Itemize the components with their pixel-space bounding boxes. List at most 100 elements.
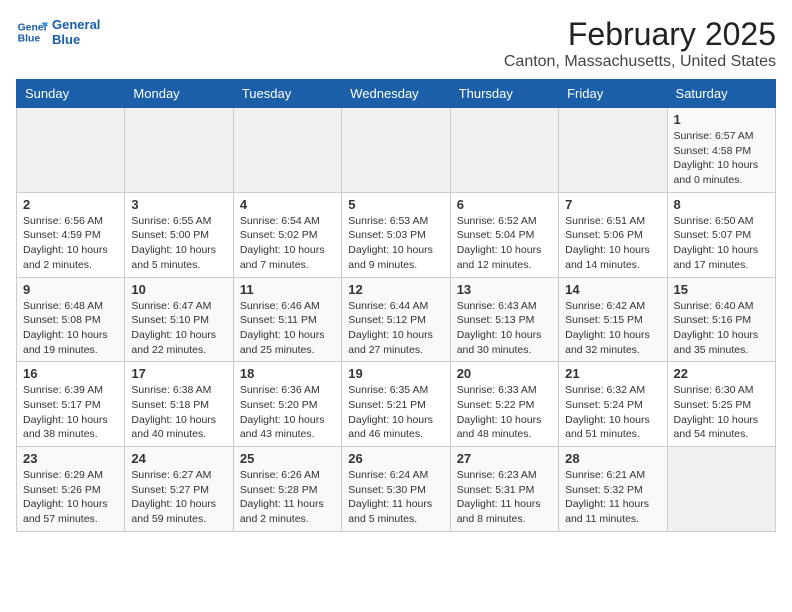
calendar-cell xyxy=(342,108,450,193)
day-number: 2 xyxy=(23,197,118,212)
day-info: Sunrise: 6:54 AM Sunset: 5:02 PM Dayligh… xyxy=(240,214,335,273)
day-number: 25 xyxy=(240,451,335,466)
week-row-2: 9Sunrise: 6:48 AM Sunset: 5:08 PM Daylig… xyxy=(17,277,776,362)
weekday-thursday: Thursday xyxy=(450,80,558,108)
day-info: Sunrise: 6:33 AM Sunset: 5:22 PM Dayligh… xyxy=(457,383,552,442)
logo-line1: General xyxy=(52,17,100,32)
day-number: 16 xyxy=(23,366,118,381)
day-number: 5 xyxy=(348,197,443,212)
day-number: 6 xyxy=(457,197,552,212)
weekday-saturday: Saturday xyxy=(667,80,775,108)
day-info: Sunrise: 6:32 AM Sunset: 5:24 PM Dayligh… xyxy=(565,383,660,442)
calendar-cell xyxy=(667,447,775,532)
calendar-cell xyxy=(233,108,341,193)
day-number: 13 xyxy=(457,282,552,297)
calendar-cell xyxy=(450,108,558,193)
day-number: 20 xyxy=(457,366,552,381)
day-info: Sunrise: 6:27 AM Sunset: 5:27 PM Dayligh… xyxy=(131,468,226,527)
day-number: 3 xyxy=(131,197,226,212)
calendar-cell: 28 Sunrise: 6:21 AM Sunset: 5:32 PM Dayli… xyxy=(559,447,667,532)
logo: General Blue General Blue xyxy=(16,16,100,48)
day-number: 8 xyxy=(674,197,769,212)
calendar-cell: 19 Sunrise: 6:35 AM Sunset: 5:21 PM Dayli… xyxy=(342,362,450,447)
day-number: 12 xyxy=(348,282,443,297)
calendar-cell: 23 Sunrise: 6:29 AM Sunset: 5:26 PM Dayli… xyxy=(17,447,125,532)
day-number: 7 xyxy=(565,197,660,212)
day-number: 24 xyxy=(131,451,226,466)
day-info: Sunrise: 6:44 AM Sunset: 5:12 PM Dayligh… xyxy=(348,299,443,358)
day-number: 22 xyxy=(674,366,769,381)
day-number: 1 xyxy=(674,112,769,127)
day-info: Sunrise: 6:39 AM Sunset: 5:17 PM Dayligh… xyxy=(23,383,118,442)
day-number: 15 xyxy=(674,282,769,297)
day-info: Sunrise: 6:35 AM Sunset: 5:21 PM Dayligh… xyxy=(348,383,443,442)
day-number: 14 xyxy=(565,282,660,297)
week-row-1: 2 Sunrise: 6:56 AM Sunset: 4:59 PM Daylig… xyxy=(17,192,776,277)
week-row-3: 16 Sunrise: 6:39 AM Sunset: 5:17 PM Dayli… xyxy=(17,362,776,447)
calendar-cell: 14 Sunrise: 6:42 AM Sunset: 5:15 PM Dayli… xyxy=(559,277,667,362)
weekday-sunday: Sunday xyxy=(17,80,125,108)
calendar-cell: 9Sunrise: 6:48 AM Sunset: 5:08 PM Daylig… xyxy=(17,277,125,362)
day-info: Sunrise: 6:50 AM Sunset: 5:07 PM Dayligh… xyxy=(674,214,769,273)
calendar-cell: 16 Sunrise: 6:39 AM Sunset: 5:17 PM Dayli… xyxy=(17,362,125,447)
calendar-cell: 2 Sunrise: 6:56 AM Sunset: 4:59 PM Daylig… xyxy=(17,192,125,277)
day-number: 19 xyxy=(348,366,443,381)
logo-line2: Blue xyxy=(52,32,100,47)
calendar-cell: 21 Sunrise: 6:32 AM Sunset: 5:24 PM Dayli… xyxy=(559,362,667,447)
day-number: 18 xyxy=(240,366,335,381)
day-info: Sunrise: 6:38 AM Sunset: 5:18 PM Dayligh… xyxy=(131,383,226,442)
day-info: Sunrise: 6:51 AM Sunset: 5:06 PM Dayligh… xyxy=(565,214,660,273)
weekday-header-row: SundayMondayTuesdayWednesdayThursdayFrid… xyxy=(17,80,776,108)
week-row-0: 1 Sunrise: 6:57 AM Sunset: 4:58 PM Daylig… xyxy=(17,108,776,193)
calendar-cell: 22Sunrise: 6:30 AM Sunset: 5:25 PM Dayli… xyxy=(667,362,775,447)
calendar-cell xyxy=(125,108,233,193)
calendar-body: 1 Sunrise: 6:57 AM Sunset: 4:58 PM Daylig… xyxy=(17,108,776,532)
calendar-cell: 27 Sunrise: 6:23 AM Sunset: 5:31 PM Dayli… xyxy=(450,447,558,532)
calendar-cell: 20 Sunrise: 6:33 AM Sunset: 5:22 PM Dayli… xyxy=(450,362,558,447)
calendar-cell: 13 Sunrise: 6:43 AM Sunset: 5:13 PM Dayli… xyxy=(450,277,558,362)
weekday-monday: Monday xyxy=(125,80,233,108)
day-info: Sunrise: 6:36 AM Sunset: 5:20 PM Dayligh… xyxy=(240,383,335,442)
calendar-table: SundayMondayTuesdayWednesdayThursdayFrid… xyxy=(16,79,776,532)
day-info: Sunrise: 6:53 AM Sunset: 5:03 PM Dayligh… xyxy=(348,214,443,273)
day-info: Sunrise: 6:29 AM Sunset: 5:26 PM Dayligh… xyxy=(23,468,118,527)
day-info: Sunrise: 6:48 AM Sunset: 5:08 PM Dayligh… xyxy=(23,299,118,358)
day-info: Sunrise: 6:26 AM Sunset: 5:28 PM Dayligh… xyxy=(240,468,335,527)
day-number: 10 xyxy=(131,282,226,297)
day-number: 4 xyxy=(240,197,335,212)
day-info: Sunrise: 6:24 AM Sunset: 5:30 PM Dayligh… xyxy=(348,468,443,527)
day-info: Sunrise: 6:23 AM Sunset: 5:31 PM Dayligh… xyxy=(457,468,552,527)
calendar-cell: 12 Sunrise: 6:44 AM Sunset: 5:12 PM Dayli… xyxy=(342,277,450,362)
calendar-cell: 15 Sunrise: 6:40 AM Sunset: 5:16 PM Dayli… xyxy=(667,277,775,362)
day-info: Sunrise: 6:46 AM Sunset: 5:11 PM Dayligh… xyxy=(240,299,335,358)
calendar-cell: 11 Sunrise: 6:46 AM Sunset: 5:11 PM Dayli… xyxy=(233,277,341,362)
day-number: 28 xyxy=(565,451,660,466)
week-row-4: 23 Sunrise: 6:29 AM Sunset: 5:26 PM Dayli… xyxy=(17,447,776,532)
day-info: Sunrise: 6:40 AM Sunset: 5:16 PM Dayligh… xyxy=(674,299,769,358)
calendar-cell: 6 Sunrise: 6:52 AM Sunset: 5:04 PM Daylig… xyxy=(450,192,558,277)
day-info: Sunrise: 6:21 AM Sunset: 5:32 PM Dayligh… xyxy=(565,468,660,527)
day-info: Sunrise: 6:52 AM Sunset: 5:04 PM Dayligh… xyxy=(457,214,552,273)
calendar-cell: 18 Sunrise: 6:36 AM Sunset: 5:20 PM Dayli… xyxy=(233,362,341,447)
day-number: 17 xyxy=(131,366,226,381)
weekday-tuesday: Tuesday xyxy=(233,80,341,108)
calendar-cell: 10Sunrise: 6:47 AM Sunset: 5:10 PM Dayli… xyxy=(125,277,233,362)
day-number: 27 xyxy=(457,451,552,466)
svg-text:Blue: Blue xyxy=(18,34,41,45)
calendar-cell: 5 Sunrise: 6:53 AM Sunset: 5:03 PM Daylig… xyxy=(342,192,450,277)
day-number: 21 xyxy=(565,366,660,381)
calendar-cell: 8 Sunrise: 6:50 AM Sunset: 5:07 PM Daylig… xyxy=(667,192,775,277)
day-info: Sunrise: 6:42 AM Sunset: 5:15 PM Dayligh… xyxy=(565,299,660,358)
day-info: Sunrise: 6:56 AM Sunset: 4:59 PM Dayligh… xyxy=(23,214,118,273)
day-info: Sunrise: 6:57 AM Sunset: 4:58 PM Dayligh… xyxy=(674,129,769,188)
calendar-subtitle: Canton, Massachusetts, United States xyxy=(504,53,776,71)
calendar-title: February 2025 xyxy=(504,16,776,53)
calendar-cell xyxy=(559,108,667,193)
day-info: Sunrise: 6:43 AM Sunset: 5:13 PM Dayligh… xyxy=(457,299,552,358)
calendar-cell: 25 Sunrise: 6:26 AM Sunset: 5:28 PM Dayli… xyxy=(233,447,341,532)
calendar-cell: 1 Sunrise: 6:57 AM Sunset: 4:58 PM Daylig… xyxy=(667,108,775,193)
calendar-cell: 7 Sunrise: 6:51 AM Sunset: 5:06 PM Daylig… xyxy=(559,192,667,277)
day-number: 11 xyxy=(240,282,335,297)
day-number: 23 xyxy=(23,451,118,466)
calendar-cell xyxy=(17,108,125,193)
